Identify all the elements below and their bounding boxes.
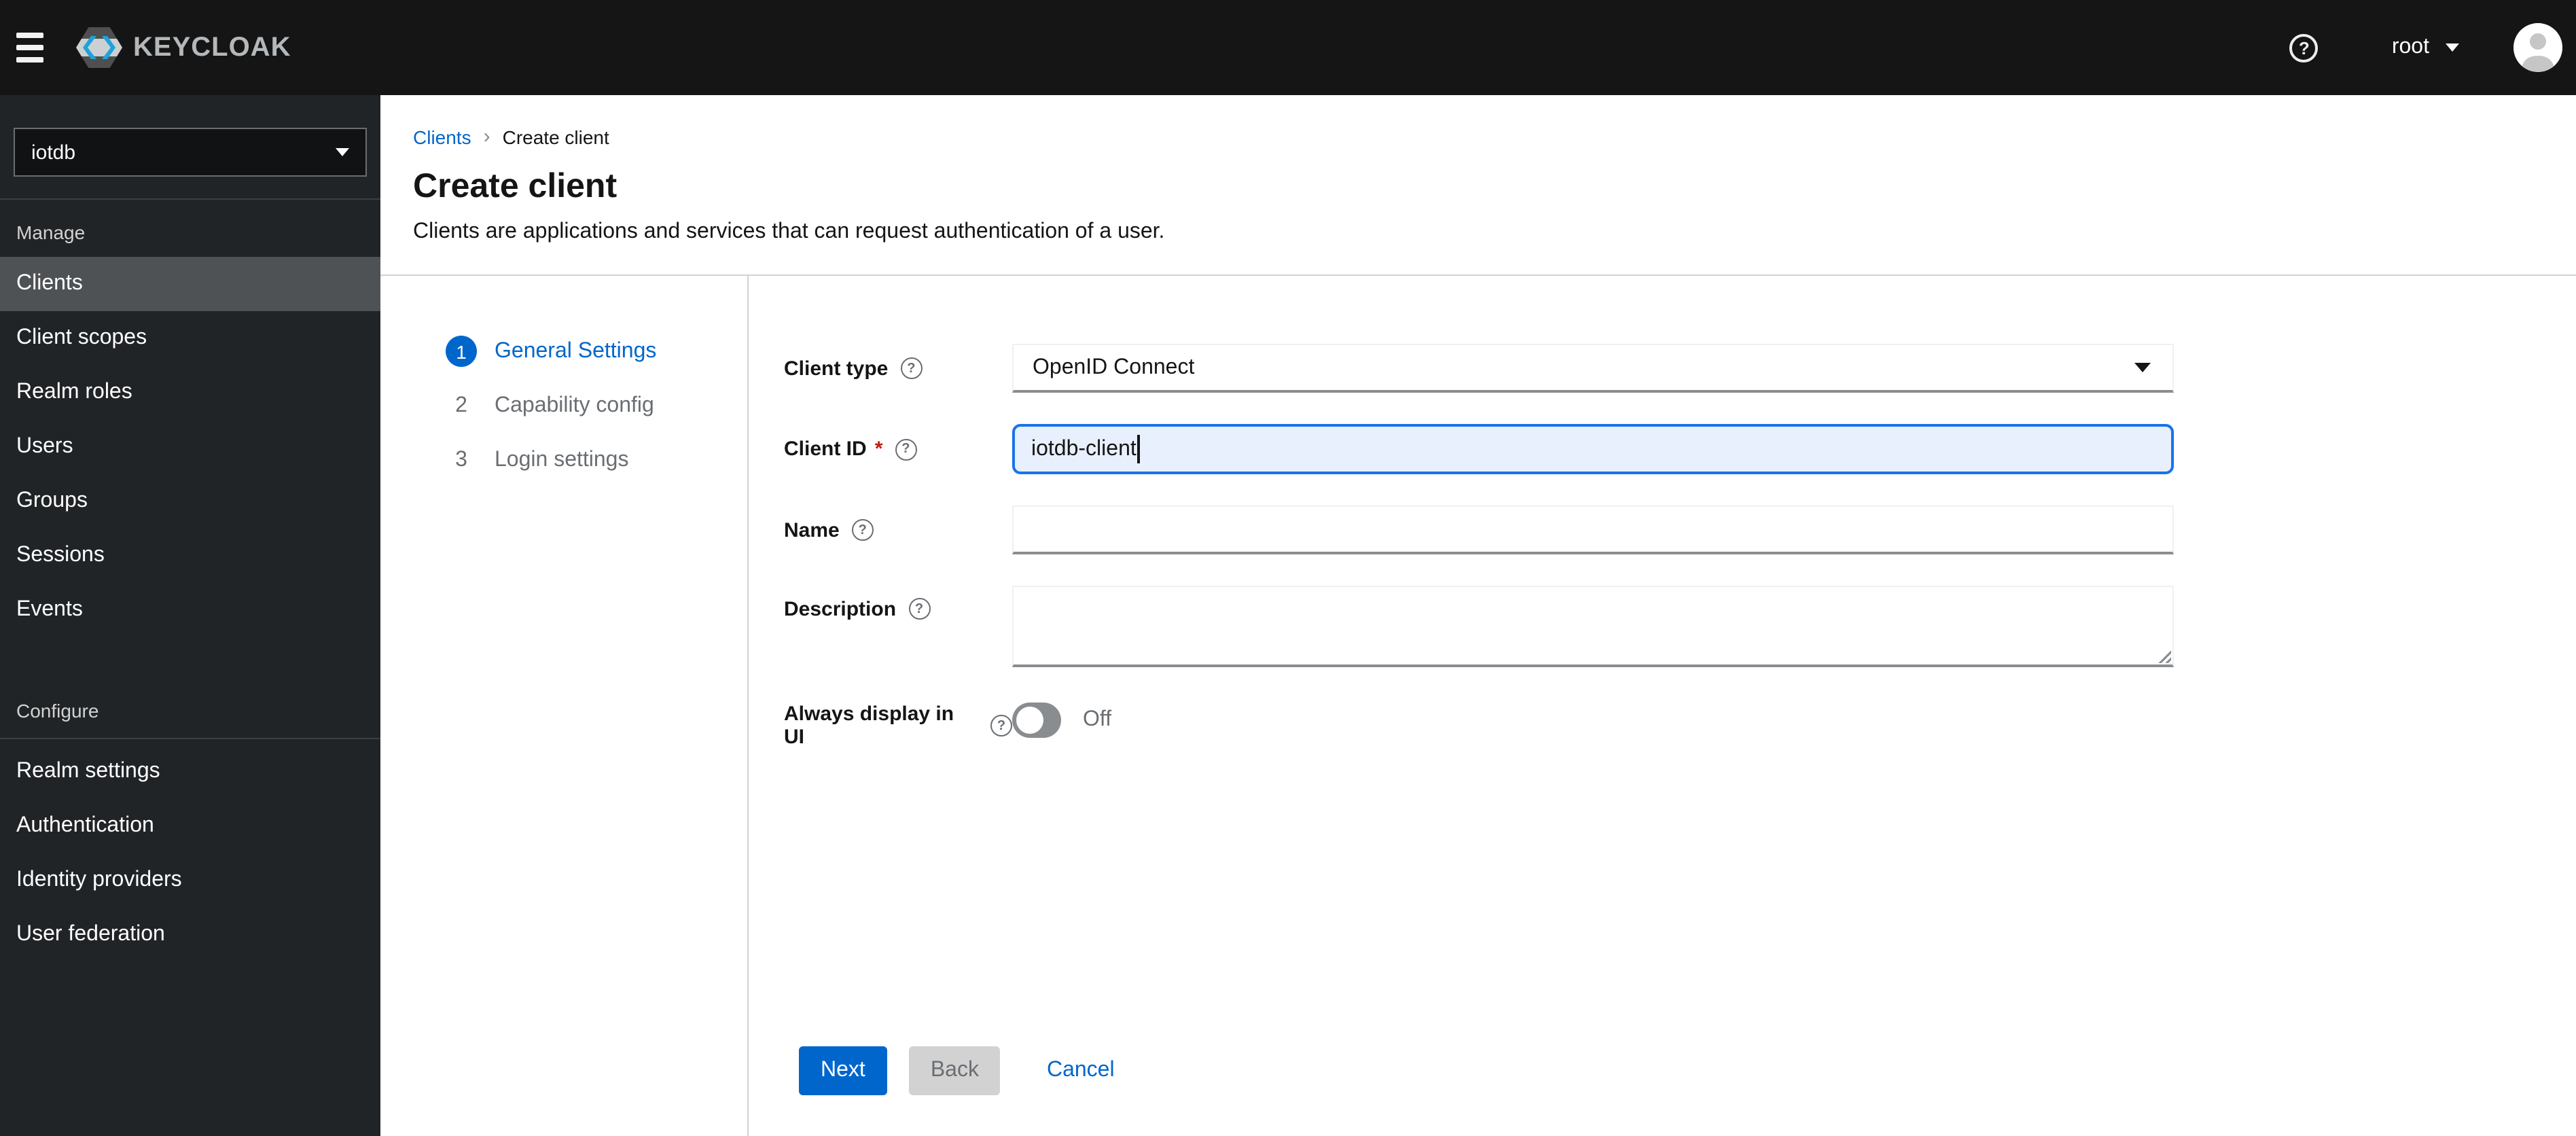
client-type-selected-value: OpenID Connect xyxy=(1033,355,1195,378)
sidebar-item-realm-roles[interactable]: Realm roles xyxy=(0,366,380,420)
step-label: General Settings xyxy=(495,339,657,362)
create-client-wizard: 1 General Settings 2 Capability config 3… xyxy=(380,276,2576,1136)
client-type-select[interactable]: OpenID Connect xyxy=(1012,344,2174,393)
wizard-step-general-settings[interactable]: 1 General Settings xyxy=(446,336,747,367)
text-cursor xyxy=(1137,435,1141,463)
description-row: Description ? xyxy=(784,586,2576,667)
sidebar-item-authentication[interactable]: Authentication xyxy=(0,799,380,853)
sidebar: iotdb Manage Clients Client scopes Realm… xyxy=(0,95,380,1136)
keycloak-logo[interactable]: KEYCLOAK xyxy=(76,27,291,68)
chevron-down-icon xyxy=(336,148,349,156)
breadcrumb-separator-icon: › xyxy=(483,125,490,148)
step-number: 3 xyxy=(455,448,467,471)
step-label: Login settings xyxy=(495,448,629,471)
username: root xyxy=(2391,35,2429,58)
name-row: Name ? xyxy=(784,505,2576,554)
sidebar-item-events[interactable]: Events xyxy=(0,583,380,637)
help-icon[interactable]: ? xyxy=(851,519,874,541)
description-textarea[interactable] xyxy=(1012,586,2174,667)
hamburger-menu-icon[interactable] xyxy=(16,18,60,77)
client-id-input[interactable]: iotdb-client xyxy=(1012,424,2174,474)
realm-selector[interactable]: iotdb xyxy=(14,128,367,177)
cancel-button[interactable]: Cancel xyxy=(1047,1046,1115,1095)
sidebar-item-sessions[interactable]: Sessions xyxy=(0,529,380,583)
breadcrumb-current: Create client xyxy=(502,126,609,147)
next-button[interactable]: Next xyxy=(799,1046,887,1095)
keycloak-logo-hexagon-icon xyxy=(76,27,122,68)
user-avatar-icon xyxy=(2514,23,2562,72)
sidebar-divider xyxy=(0,738,380,739)
wizard-footer: Next Back Cancel xyxy=(799,1046,1115,1095)
sidebar-item-user-federation[interactable]: User federation xyxy=(0,908,380,962)
help-icon[interactable]: ? xyxy=(900,357,923,379)
keycloak-admin-console: KEYCLOAK ? root iotdb Manage Clients Cli… xyxy=(0,0,2576,1136)
sidebar-item-identity-providers[interactable]: Identity providers xyxy=(0,853,380,908)
step-number: 2 xyxy=(455,393,467,416)
masthead: KEYCLOAK ? root xyxy=(0,0,2576,95)
wizard-steps-nav: 1 General Settings 2 Capability config 3… xyxy=(380,276,747,1136)
nav-section-title-manage: Manage xyxy=(16,221,86,243)
resize-handle[interactable] xyxy=(2156,648,2171,663)
help-icon[interactable]: ? xyxy=(2289,33,2319,62)
name-input[interactable] xyxy=(1012,505,2174,554)
back-button[interactable]: Back xyxy=(908,1046,1001,1095)
required-asterisk: * xyxy=(874,438,883,461)
name-label: Name xyxy=(784,518,840,542)
help-icon[interactable]: ? xyxy=(990,715,1012,736)
step-label: Capability config xyxy=(495,393,654,416)
breadcrumb-link-clients[interactable]: Clients xyxy=(413,126,471,147)
sidebar-item-client-scopes[interactable]: Client scopes xyxy=(0,311,380,366)
client-type-row: Client type ? OpenID Connect xyxy=(784,344,2576,393)
wizard-step-login-settings[interactable]: 3 Login settings xyxy=(446,444,747,476)
general-settings-form: Client type ? OpenID Connect Client ID *… xyxy=(747,276,2576,1136)
sidebar-item-users[interactable]: Users xyxy=(0,420,380,474)
always-display-toggle[interactable] xyxy=(1012,703,1061,738)
realm-name: iotdb xyxy=(31,141,76,164)
caret-down-icon xyxy=(2134,363,2151,372)
description-label: Description xyxy=(784,598,897,621)
page-subtitle: Clients are applications and services th… xyxy=(413,220,1165,243)
sidebar-item-realm-settings[interactable]: Realm settings xyxy=(0,745,380,799)
always-display-label: Always display in UI xyxy=(784,703,954,749)
page-layout: iotdb Manage Clients Client scopes Realm… xyxy=(0,95,2576,1136)
main-content: Clients › Create client Create client Cl… xyxy=(380,95,2576,1136)
page-title: Create client xyxy=(413,167,618,205)
wizard-step-capability-config[interactable]: 2 Capability config xyxy=(446,390,747,421)
masthead-toolbar: ? root xyxy=(2289,23,2562,72)
client-id-row: Client ID * ? iotdb-client xyxy=(784,424,2576,474)
client-type-label: Client type xyxy=(784,357,889,380)
sidebar-item-groups[interactable]: Groups xyxy=(0,474,380,529)
nav-section-title-configure: Configure xyxy=(16,700,99,722)
sidebar-item-clients[interactable]: Clients xyxy=(0,257,380,311)
client-id-label: Client ID xyxy=(784,438,867,461)
step-number: 1 xyxy=(446,336,477,367)
help-icon[interactable]: ? xyxy=(895,438,917,460)
chevron-down-icon xyxy=(2446,43,2459,52)
brand-name: KEYCLOAK xyxy=(133,32,291,62)
client-id-value: iotdb-client xyxy=(1031,437,1137,460)
always-display-row: Always display in UI ? Off xyxy=(784,703,2576,749)
toggle-knob xyxy=(1016,707,1043,734)
avatar[interactable] xyxy=(2514,23,2562,72)
user-menu[interactable]: root xyxy=(2392,35,2459,60)
toggle-state-label: Off xyxy=(1083,708,1112,731)
breadcrumb: Clients › Create client xyxy=(413,125,2576,148)
help-icon[interactable]: ? xyxy=(908,598,931,620)
